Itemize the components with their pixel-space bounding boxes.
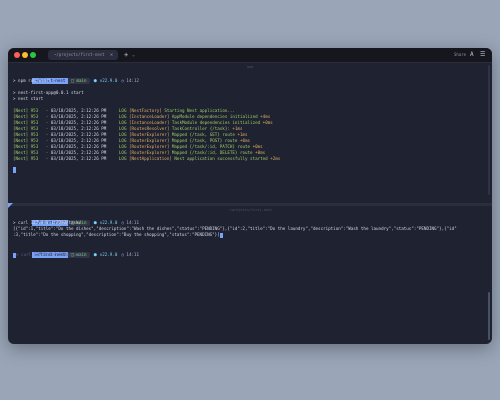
log-level: LOG bbox=[118, 114, 127, 119]
terminal-window: ~/projects/first-nest ✕ + ⌄ Share A ☰ np… bbox=[8, 48, 492, 344]
maximize-window-button[interactable] bbox=[30, 52, 36, 58]
prompt-node-version: ⬢ v22.9.0 bbox=[93, 252, 118, 257]
log-level: LOG bbox=[118, 132, 127, 137]
log-context: [InstanceLoader] bbox=[129, 114, 170, 119]
chevron-down-icon[interactable]: ⌄ bbox=[132, 50, 135, 60]
font-icon[interactable]: A bbox=[470, 50, 474, 60]
log-prefix: [Nest] 953 - bbox=[13, 150, 51, 155]
log-message: TaskModule dependencies initialized bbox=[171, 120, 261, 125]
log-prefix: [Nest] 953 - bbox=[13, 114, 51, 119]
log-timestamp: 03/18/2025, 2:12:26 PM bbox=[50, 150, 107, 155]
command-line: > npm run start bbox=[13, 78, 51, 83]
terminal-pane-top[interactable]: npm ~/first-nest main⬢ v22.9.0◷ 14:12 >… bbox=[8, 63, 492, 203]
prompt-time: ◷ 14:11 bbox=[121, 220, 140, 225]
terminal-tab[interactable]: ~/projects/first-nest bbox=[48, 50, 118, 60]
log-context: [InstanceLoader] bbox=[129, 120, 170, 125]
prompt-time: ◷ 14:11 bbox=[121, 252, 140, 257]
log-context: [RouterExplorer] bbox=[129, 150, 170, 155]
pane-title: npm bbox=[246, 65, 254, 69]
log-message: AppModule dependencies initialized bbox=[171, 114, 258, 119]
tab-close-icon[interactable]: ✕ bbox=[110, 50, 113, 60]
autosuggestion-text: > curl 127.0.0.1:3000/task/ bbox=[16, 252, 85, 257]
log-context: [RouterExplorer] bbox=[129, 144, 170, 149]
log-context: [NestFactory] bbox=[129, 108, 162, 113]
json-output-text: :3,"title":"Do the shopping","descriptio… bbox=[13, 232, 220, 237]
log-context: [RouterExplorer] bbox=[129, 132, 170, 137]
log-timestamp: 03/18/2025, 2:12:26 PM bbox=[50, 108, 107, 113]
tab-title: ~/projects/first-nest bbox=[54, 52, 105, 57]
json-output-line: :3,"title":"Do the shopping","descriptio… bbox=[13, 232, 223, 238]
log-level: LOG bbox=[118, 150, 127, 155]
terminal-cursor bbox=[13, 167, 16, 173]
log-duration: +0ms bbox=[262, 120, 273, 125]
title-bar: ~/projects/first-nest ✕ + ⌄ Share A ☰ bbox=[8, 48, 492, 63]
script-line: > nest start bbox=[13, 96, 44, 101]
share-button[interactable]: Share bbox=[454, 50, 466, 60]
input-line[interactable]: > curl 127.0.0.1:3000/task/ bbox=[13, 252, 84, 258]
close-window-button[interactable] bbox=[14, 52, 20, 58]
log-level: LOG bbox=[118, 120, 127, 125]
minimize-window-button[interactable] bbox=[22, 52, 28, 58]
log-context: [RouterExplorer] bbox=[129, 138, 170, 143]
log-message: Mapped {/task/:id, PATCH} route bbox=[171, 144, 251, 149]
scrollbar-track[interactable] bbox=[488, 65, 490, 195]
log-level: LOG bbox=[118, 138, 127, 143]
log-message: Starting Nest application... bbox=[164, 108, 235, 113]
log-timestamp: 03/18/2025, 2:12:26 PM bbox=[50, 156, 107, 161]
prompt-node-version: ⬢ v22.9.0 bbox=[93, 220, 118, 225]
log-timestamp: 03/18/2025, 2:12:26 PM bbox=[50, 132, 107, 137]
log-level: LOG bbox=[118, 156, 127, 161]
scrollbar-thumb[interactable] bbox=[488, 292, 490, 340]
prompt-git-branch:  main bbox=[68, 78, 90, 84]
log-prefix: [Nest] 953 - bbox=[13, 108, 51, 113]
log-duration: +0ms bbox=[252, 144, 263, 149]
log-level: LOG bbox=[118, 108, 127, 113]
log-message: TaskController {/task}: bbox=[171, 126, 230, 131]
log-timestamp: 03/18/2025, 2:12:26 PM bbox=[50, 144, 107, 149]
log-duration: +0ms bbox=[239, 138, 251, 143]
log-duration: +1ms bbox=[232, 126, 243, 131]
log-message: Nest application successfully started bbox=[174, 156, 268, 161]
output-end-marker bbox=[219, 232, 223, 238]
log-context: [NestApplication] bbox=[129, 156, 172, 161]
log-level: LOG bbox=[118, 126, 127, 131]
log-prefix: [Nest] 953 - bbox=[13, 138, 51, 143]
log-timestamp: 03/18/2025, 2:12:26 PM bbox=[50, 138, 107, 143]
log-timestamp: 03/18/2025, 2:12:26 PM bbox=[50, 120, 107, 125]
log-timestamp: 03/18/2025, 2:12:26 PM bbox=[50, 114, 107, 119]
log-context: [RoutesResolver] bbox=[129, 126, 170, 131]
log-duration: +1ms bbox=[237, 132, 248, 137]
log-duration: +0ms bbox=[255, 150, 266, 155]
log-duration: +4ms bbox=[260, 114, 271, 119]
log-level: LOG bbox=[118, 144, 127, 149]
prompt-node-version: ⬢ v22.9.0 bbox=[93, 78, 118, 83]
log-line: [Nest] 953 - 03/18/2025, 2:12:26 PM LOG … bbox=[13, 156, 280, 162]
log-prefix: [Nest] 953 - bbox=[13, 126, 51, 131]
terminal-pane-bottom[interactable]: ~/projects/first-nest ~/first-nest main… bbox=[8, 206, 492, 344]
log-timestamp: 03/18/2025, 2:12:26 PM bbox=[50, 126, 107, 131]
log-prefix: [Nest] 953 - bbox=[13, 144, 51, 149]
prompt-time: ◷ 14:12 bbox=[121, 78, 140, 83]
menu-icon[interactable]: ☰ bbox=[480, 50, 485, 60]
log-duration: +2ms bbox=[270, 156, 281, 161]
log-message: Mapped {/task/:id, DELETE} route bbox=[171, 150, 253, 155]
log-prefix: [Nest] 953 - bbox=[13, 132, 51, 137]
log-message: Mapped {/task, POST} route bbox=[171, 138, 238, 143]
log-message: Mapped {/task, GET} route bbox=[171, 132, 235, 137]
log-prefix: [Nest] 953 - bbox=[13, 120, 51, 125]
new-tab-icon[interactable]: + bbox=[124, 49, 128, 61]
pane-title: ~/projects/first-nest bbox=[227, 208, 273, 212]
log-prefix: [Nest] 953 - bbox=[13, 156, 51, 161]
